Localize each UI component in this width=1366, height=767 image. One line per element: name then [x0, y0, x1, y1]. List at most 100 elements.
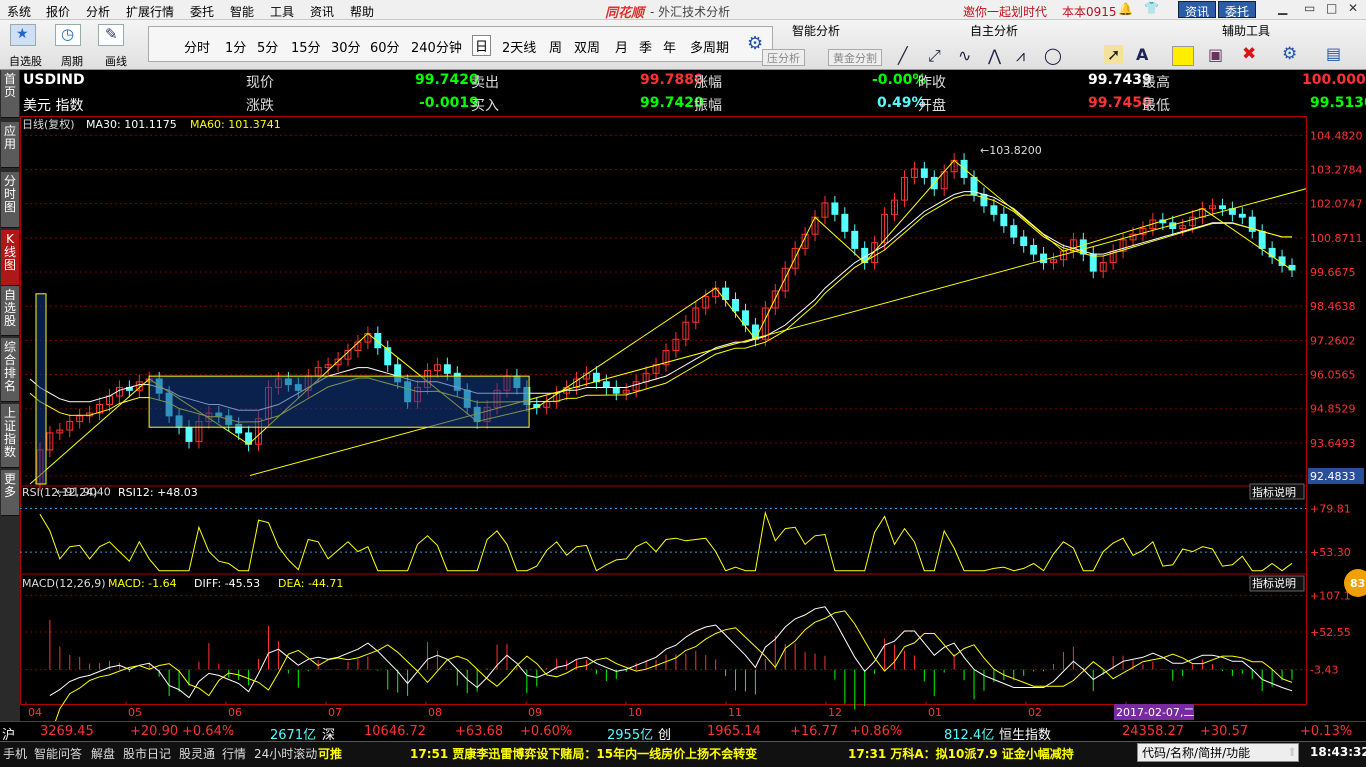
clock-icon[interactable]: ◷: [55, 24, 81, 46]
period-2day[interactable]: 2天线: [502, 37, 536, 56]
rsi-help-label: 指标说明: [1252, 485, 1296, 499]
y-tick-label: 92.4833: [1310, 470, 1356, 483]
menu-ext-quote[interactable]: 扩展行情: [126, 3, 174, 20]
nav-ranking[interactable]: 综合排名: [1, 338, 19, 402]
ma30-label: MA30: 101.1175: [86, 118, 177, 131]
period-15min[interactable]: 15分: [291, 37, 321, 56]
star-icon[interactable]: ★: [10, 24, 36, 46]
settings-icon[interactable]: ⚙: [1282, 44, 1297, 64]
nav-kline[interactable]: K线图: [1, 230, 19, 286]
self-analysis-title: 自主分析: [970, 24, 1019, 38]
shirt-icon[interactable]: 👕: [1144, 1, 1159, 15]
cursor-icon[interactable]: ➚: [1104, 45, 1124, 64]
nav-watchlist[interactable]: 自选股: [1, 286, 19, 336]
polyline-tool-icon[interactable]: ⋀: [988, 46, 1001, 65]
ticker-24h[interactable]: 24小时滚动: [254, 745, 317, 762]
clock: 18:43:32: [1310, 745, 1366, 759]
nav-more[interactable]: 更多: [1, 470, 19, 516]
close-icon[interactable]: ✕: [1348, 1, 1358, 15]
chart-tool-icon[interactable]: ⩘: [1016, 46, 1025, 66]
period-2week[interactable]: 双周: [574, 37, 600, 56]
candle-body: [374, 333, 382, 349]
period-selector: 分时 1分 5分 15分 30分 60分 240分钟 日 2天线 周 双周 月 …: [148, 26, 773, 62]
kline-chart[interactable]: 日线(复权) MA30: 101.1175 MA60: 101.3741 104.48…: [20, 116, 1366, 721]
trade-button[interactable]: 委托: [1218, 1, 1257, 19]
code-search-input[interactable]: 代码/名称/简拼/功能: [1137, 743, 1299, 762]
menu-help[interactable]: 帮助: [350, 3, 374, 20]
macd-title: MACD(12,26,9): [22, 577, 106, 590]
pen-icon[interactable]: ✎: [98, 24, 124, 46]
period-5min[interactable]: 5分: [257, 37, 278, 56]
line-tool-icon[interactable]: ╱: [898, 46, 908, 65]
period-60min[interactable]: 60分: [370, 37, 400, 56]
menu-quote[interactable]: 报价: [46, 3, 70, 20]
menu-news[interactable]: 资讯: [310, 3, 334, 20]
wave-tool-icon[interactable]: ∿: [958, 46, 971, 65]
x-tick-label: 06: [228, 706, 242, 719]
label-bid: 买入: [471, 98, 499, 114]
restore-icon[interactable]: ▭: [1304, 1, 1315, 15]
label-open: 开盘: [918, 98, 946, 114]
menu-tools[interactable]: 工具: [270, 3, 294, 20]
maximize-icon[interactable]: □: [1326, 1, 1337, 15]
palette-icon[interactable]: ▣: [1208, 45, 1223, 64]
nav-shanghai-index[interactable]: 上证指数: [1, 404, 19, 468]
candle-body: [732, 298, 740, 312]
news-button[interactable]: 资讯: [1178, 1, 1217, 19]
minimize-icon[interactable]: ▁: [1278, 1, 1287, 15]
period-multi[interactable]: 多周期: [690, 37, 729, 56]
period-1min[interactable]: 1分: [225, 37, 246, 56]
period-timeshare[interactable]: 分时: [184, 37, 210, 56]
period-week[interactable]: 周: [549, 37, 562, 56]
period-day[interactable]: 日: [472, 35, 492, 56]
news-fragment[interactable]: 可推: [318, 745, 342, 762]
pressure-analysis-button[interactable]: 压分析: [762, 49, 805, 66]
text-tool-icon[interactable]: A: [1136, 45, 1148, 64]
period-year[interactable]: 年: [663, 37, 676, 56]
hs-value: 24358.27: [1122, 724, 1185, 739]
ray-tool-icon[interactable]: ⤢: [928, 46, 941, 66]
expand-icon[interactable]: ⬆: [1287, 745, 1297, 759]
ticker-commentary[interactable]: 解盘: [91, 745, 115, 762]
golden-ratio-button[interactable]: 黄金分割: [828, 49, 882, 66]
gear-icon[interactable]: ⚙: [747, 33, 763, 54]
y-tick-label: 99.6675: [1310, 266, 1356, 279]
toolbar-label-watchlist[interactable]: 自选股: [9, 53, 42, 69]
nav-home[interactable]: 首页: [1, 70, 19, 118]
nav-apps[interactable]: 应用: [1, 122, 19, 168]
y-tick-label: 104.4820: [1310, 129, 1363, 142]
news-item-2[interactable]: 17:31 万科A：拟10派7.9 证金小幅减持: [848, 745, 1074, 762]
value-high: 100.0000: [1302, 72, 1366, 88]
nav-timeshare[interactable]: 分时图: [1, 172, 19, 228]
ticker-market[interactable]: 行情: [222, 745, 246, 762]
quote-panel: USDIND 美元 指数 现价 99.7420 涨跌 -0.0019 卖出 99…: [20, 70, 1366, 116]
bell-icon[interactable]: 🔔: [1118, 2, 1133, 16]
ticker-qa[interactable]: 智能问答: [34, 745, 82, 762]
delete-icon[interactable]: ✖: [1242, 44, 1256, 64]
ticker-mobile[interactable]: 手机: [3, 745, 27, 762]
period-30min[interactable]: 30分: [331, 37, 361, 56]
menu-analysis[interactable]: 分析: [86, 3, 110, 20]
news-item-1[interactable]: 17:51 贾康李迅雷博弈设下赌局：15年内一线房价上扬不会转变: [410, 745, 757, 762]
candle-body: [980, 193, 988, 207]
menu-smart[interactable]: 智能: [230, 3, 254, 20]
period-quarter[interactable]: 季: [639, 37, 652, 56]
x-tick-label: 10: [628, 706, 642, 719]
menu-system[interactable]: 系统: [7, 3, 31, 20]
ticker-guling[interactable]: 股灵通: [179, 745, 215, 762]
candle-body: [1020, 236, 1028, 247]
toolbar-label-draw[interactable]: 画线: [105, 53, 127, 69]
menu-bar: 系统 报价 分析 扩展行情 委托 智能 工具 资讯 帮助 同花顺 - 外汇技术分…: [0, 0, 1366, 21]
period-month[interactable]: 月: [615, 37, 628, 56]
color-swatch[interactable]: [1172, 46, 1194, 66]
x-tick-label: 11: [728, 706, 742, 719]
macd-tick-label: +107.1: [1310, 589, 1351, 602]
ticker-diary[interactable]: 股市日记: [123, 745, 171, 762]
toolbar-label-period[interactable]: 周期: [61, 53, 83, 69]
layout-icon[interactable]: ▤: [1326, 44, 1341, 63]
promo-link[interactable]: 邀你一起划时代: [963, 3, 1047, 20]
sz-change: +63.68: [455, 724, 504, 739]
circle-tool-icon[interactable]: ◯: [1044, 46, 1062, 65]
period-240min[interactable]: 240分钟: [411, 37, 462, 56]
menu-trade[interactable]: 委托: [190, 3, 214, 20]
